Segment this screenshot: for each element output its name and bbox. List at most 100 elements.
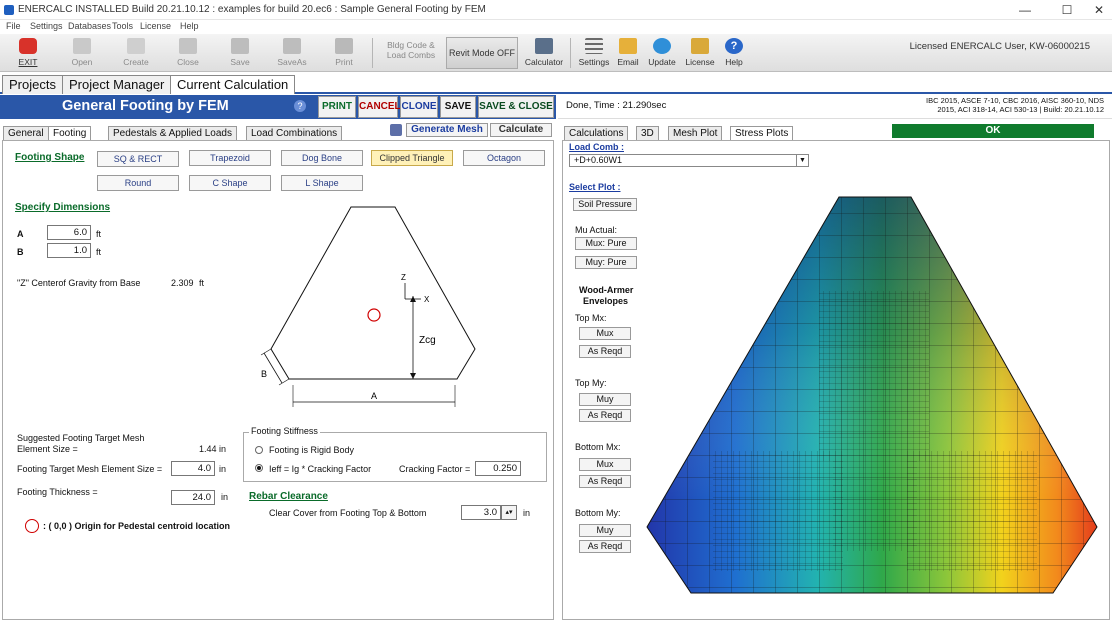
rigid-body-radio[interactable] xyxy=(255,446,263,454)
clear-cover-input[interactable]: 3.0 xyxy=(461,505,501,520)
shape-trapezoid-button[interactable]: Trapezoid xyxy=(189,150,271,166)
open-button[interactable]: Open xyxy=(60,36,104,70)
top-my-muy-button[interactable]: Muy xyxy=(579,393,631,406)
cracking-factor-radio[interactable] xyxy=(255,464,263,472)
clear-cover-spinner[interactable]: ▴▾ xyxy=(501,505,517,520)
create-button[interactable]: Create xyxy=(114,36,158,70)
footing-stiffness-title: Footing Stiffness xyxy=(249,426,320,436)
bottom-mx-mux-button[interactable]: Mux xyxy=(579,458,631,471)
print-toolbar-button[interactable]: Print xyxy=(322,36,366,70)
top-my-as-reqd-button[interactable]: As Reqd xyxy=(579,409,631,422)
email-icon xyxy=(619,38,637,54)
target-mesh-label: Footing Target Mesh Element Size = xyxy=(17,464,163,474)
tab-current-calculation[interactable]: Current Calculation xyxy=(170,75,296,94)
cg-label: "Z" Centerof Gravity from Base xyxy=(17,278,141,288)
target-mesh-input[interactable]: 4.0 xyxy=(171,461,215,476)
muy-pure-button[interactable]: Muy: Pure xyxy=(575,256,637,269)
tab-stress-plots[interactable]: Stress Plots xyxy=(730,126,794,141)
top-mx-label: Top Mx: xyxy=(575,313,607,323)
cancel-button[interactable]: CANCEL xyxy=(358,96,401,118)
ieff-label: Ieff = Ig * Cracking Factor xyxy=(269,464,372,474)
specify-dimensions-title: Specify Dimensions xyxy=(15,202,111,213)
help-icon: ? xyxy=(725,38,743,54)
tab-footing[interactable]: Footing xyxy=(48,126,92,141)
tab-3d[interactable]: 3D xyxy=(636,126,659,141)
window-title: ENERCALC INSTALLED Build 20.21.10.12 : e… xyxy=(18,4,486,15)
footing-shape-title: Footing Shape xyxy=(15,152,85,163)
tab-calculations[interactable]: Calculations xyxy=(564,126,629,141)
dim-b-input[interactable]: 1.0 xyxy=(47,243,91,258)
saveas-button[interactable]: SaveAs xyxy=(270,36,314,70)
tab-projects[interactable]: Projects xyxy=(2,75,63,94)
tab-project-manager[interactable]: Project Manager xyxy=(62,75,172,94)
revit-mode-button[interactable]: Revit Mode OFF xyxy=(446,37,518,69)
shape-dog-bone-button[interactable]: Dog Bone xyxy=(281,150,363,166)
suggested-mesh-label-1: Suggested Footing Target Mesh xyxy=(17,433,145,443)
bottom-mx-as-reqd-button[interactable]: As Reqd xyxy=(579,475,631,488)
calculator-button[interactable]: Calculator xyxy=(522,36,566,70)
toolbar-divider xyxy=(570,38,571,68)
close-window-button[interactable]: ✕ xyxy=(1082,0,1112,20)
save-button[interactable]: SAVE xyxy=(440,96,476,118)
calculator-icon xyxy=(535,38,553,54)
load-comb-dropdown[interactable]: +D+0.60W1 ▼ xyxy=(569,154,809,167)
save-toolbar-button[interactable]: Save xyxy=(218,36,262,70)
exit-button[interactable]: EXIT xyxy=(6,36,50,70)
settings-list-icon xyxy=(585,38,603,54)
cracking-factor-input[interactable]: 0.250 xyxy=(475,461,521,476)
help-circle-icon[interactable]: ? xyxy=(294,100,306,112)
tab-general[interactable]: General xyxy=(3,126,49,141)
menu-license[interactable]: License xyxy=(140,21,171,31)
load-comb-label: Load Comb : xyxy=(569,142,624,152)
menu-file[interactable]: File xyxy=(6,21,21,31)
app-icon xyxy=(4,5,14,15)
ok-status-bar: OK xyxy=(892,124,1094,138)
stress-plots-panel: Load Comb : +D+0.60W1 ▼ Select Plot : So… xyxy=(562,140,1110,620)
dim-b-unit: ft xyxy=(96,247,102,257)
bottom-my-as-reqd-button[interactable]: As Reqd xyxy=(579,540,631,553)
dim-a-input[interactable]: 6.0 xyxy=(47,225,91,240)
shape-sq-rect-button[interactable]: SQ & RECT xyxy=(97,151,179,167)
menu-settings[interactable]: Settings xyxy=(30,21,63,31)
mesh-grid-fine-center xyxy=(833,461,917,551)
bldg-code-button[interactable]: Bldg Code & Load Combs xyxy=(380,40,442,60)
title-bar: ENERCALC INSTALLED Build 20.21.10.12 : e… xyxy=(0,0,1112,20)
zcg-label: Zcg xyxy=(419,335,436,346)
top-mx-as-reqd-button[interactable]: As Reqd xyxy=(579,345,631,358)
wood-armer-label-2: Envelopes xyxy=(583,296,629,306)
shape-l-shape-button[interactable]: L Shape xyxy=(281,175,363,191)
tab-load-combinations[interactable]: Load Combinations xyxy=(246,126,343,141)
bottom-my-muy-button[interactable]: Muy xyxy=(579,524,631,537)
main-tabs: Projects Project Manager Current Calcula… xyxy=(0,72,1112,94)
clone-button[interactable]: CLONE xyxy=(400,96,438,118)
calculate-button[interactable]: Calculate xyxy=(490,123,552,137)
minimize-button[interactable]: — xyxy=(1008,0,1042,20)
save-close-button[interactable]: SAVE & CLOSE xyxy=(478,96,554,118)
menu-tools[interactable]: Tools xyxy=(112,21,133,31)
help-button[interactable]: ? Help xyxy=(712,36,756,70)
folder-open-icon xyxy=(73,38,91,54)
generate-mesh-button[interactable]: Generate Mesh xyxy=(406,123,488,137)
menu-help[interactable]: Help xyxy=(180,21,199,31)
top-mx-mux-button[interactable]: Mux xyxy=(579,327,631,340)
soil-pressure-button[interactable]: Soil Pressure xyxy=(573,198,637,211)
chevron-down-icon: ▼ xyxy=(796,155,808,166)
print-button[interactable]: PRINT xyxy=(318,96,356,118)
mesh-tool-icon xyxy=(390,124,402,136)
dim-a-label: A xyxy=(17,229,24,239)
footing-panel: Footing Shape SQ & RECT Trapezoid Dog Bo… xyxy=(2,140,554,620)
cracking-factor-label: Cracking Factor = xyxy=(399,464,471,474)
shape-clipped-triangle-button[interactable]: Clipped Triangle xyxy=(371,150,453,166)
menu-databases[interactable]: Databases xyxy=(68,21,111,31)
shape-c-shape-button[interactable]: C Shape xyxy=(189,175,271,191)
thickness-input[interactable]: 24.0 xyxy=(171,490,215,505)
maximize-button[interactable]: ☐ xyxy=(1050,0,1084,20)
shape-octagon-button[interactable]: Octagon xyxy=(463,150,545,166)
tab-mesh-plot[interactable]: Mesh Plot xyxy=(668,126,723,141)
shape-round-button[interactable]: Round xyxy=(97,175,179,191)
tab-pedestals-loads[interactable]: Pedestals & Applied Loads xyxy=(108,126,237,141)
mux-pure-button[interactable]: Mux: Pure xyxy=(575,237,637,250)
close-button[interactable]: Close xyxy=(166,36,210,70)
bottom-my-label: Bottom My: xyxy=(575,508,621,518)
footing-shape-diagram: Z X Zcg A B xyxy=(260,206,476,407)
